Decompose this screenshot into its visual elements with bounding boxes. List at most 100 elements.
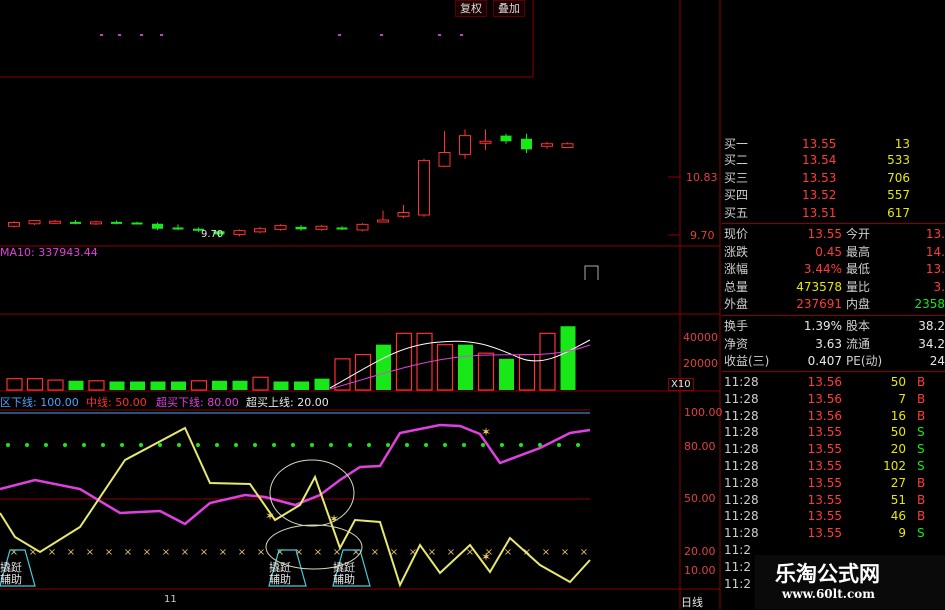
tick-price: 13.56 — [807, 375, 842, 389]
indicator-axis-label: 10.00 — [684, 564, 716, 577]
quote-label: 外盘 — [724, 297, 749, 311]
panel-divider — [722, 315, 945, 316]
ob-price: 13.51 — [802, 205, 837, 220]
period-label[interactable]: 日线 — [681, 594, 703, 610]
candle-body — [49, 220, 61, 224]
date-tick: 11 — [164, 594, 177, 605]
restore-right-button[interactable]: 复权 — [455, 0, 487, 17]
oversold-mark: × — [219, 547, 227, 558]
assist-tag-2: 撬跹 辅助 — [269, 562, 291, 586]
low-price-marker: 9.70 — [201, 229, 224, 240]
tick-volume: 20 — [890, 442, 906, 457]
candle-body — [377, 219, 389, 223]
quote-label: 总量 — [724, 279, 749, 294]
ob-label: 买三 — [724, 170, 749, 185]
volume-bar — [88, 380, 105, 391]
overbought-dot — [500, 443, 504, 447]
ob-price: 13.52 — [802, 188, 837, 202]
tick-volume: 7 — [898, 391, 906, 406]
overbought-dot — [253, 443, 257, 447]
overbought-dot — [310, 443, 314, 447]
overbought-dot — [557, 443, 561, 447]
candle-body — [438, 152, 451, 167]
overbought-dot — [6, 443, 10, 447]
indicator-param-1: 中线: 50.00 — [86, 396, 147, 409]
volume-bar — [6, 378, 23, 391]
candle-body — [541, 143, 553, 147]
signal-marker: ✶ — [481, 425, 491, 439]
oversold-mark: × — [542, 547, 550, 558]
watermark-title: 乐淘公式网 — [775, 562, 880, 586]
candle-body — [152, 223, 163, 229]
volume-bar — [560, 326, 576, 390]
fund-value: 3.63 — [815, 336, 842, 351]
volume-bar — [47, 379, 64, 391]
candle-body — [479, 140, 492, 144]
tick-side: S — [917, 425, 925, 440]
tick-side: S — [917, 459, 925, 473]
volume-bar — [539, 332, 556, 391]
quote-label: 今开 — [846, 227, 871, 241]
candle-body — [356, 223, 369, 231]
indicator-param-2: 超买下线: 80.00 — [156, 396, 239, 409]
tick-side: S — [917, 442, 925, 457]
overbought-dot — [234, 443, 238, 447]
top-marker — [100, 34, 103, 36]
ob-label: 买二 — [724, 153, 749, 167]
indicator-axis-label: 80.00 — [684, 440, 716, 453]
volume-bar — [376, 344, 391, 390]
oversold-mark: × — [352, 547, 360, 558]
oversold-mark: × — [67, 547, 75, 558]
ma-label: MA10: 337943.44 — [0, 246, 98, 259]
candle-body — [459, 135, 471, 155]
oversold-mark: × — [580, 547, 588, 558]
quote-value: 0.45 — [815, 244, 842, 259]
candle-body — [254, 228, 266, 233]
top-marker — [438, 34, 441, 36]
tick-time: 11:28 — [724, 526, 759, 541]
overlay-button[interactable]: 叠加 — [493, 0, 525, 17]
overbought-dot — [443, 443, 447, 447]
oversold-mark: × — [447, 547, 455, 558]
fund-label: 收益(三) — [724, 354, 770, 368]
overbought-dot — [120, 443, 124, 447]
indicator-axis-label: 50.00 — [684, 492, 716, 505]
indicator-param-3: 超买上线: 20.00 — [246, 396, 329, 409]
overbought-dot — [44, 443, 48, 447]
indicator-axis-label: 100.00 — [684, 406, 723, 419]
top-marker — [160, 34, 163, 36]
candle-body — [90, 221, 102, 225]
quote-value: 13. — [925, 262, 945, 276]
oversold-mark: × — [200, 547, 208, 558]
tick-side: B — [917, 391, 926, 406]
tick-volume: 27 — [890, 475, 906, 490]
highlight-circle — [269, 459, 355, 527]
tick-side: B — [917, 492, 926, 507]
quote-value: 13. — [925, 227, 945, 241]
tick-volume: 46 — [890, 509, 906, 524]
tick-price: 13.56 — [807, 391, 842, 406]
tick-time: 11:28 — [724, 425, 759, 440]
overbought-dot — [177, 443, 181, 447]
ob-vol: 617 — [887, 205, 910, 220]
ob-price: 13.54 — [802, 153, 837, 167]
top-marker — [338, 34, 341, 36]
signal-marker: ✶ — [481, 550, 491, 564]
volume-bar — [26, 378, 44, 391]
oversold-mark: × — [143, 547, 151, 558]
fund-value: 1.39% — [803, 319, 842, 333]
oversold-mark: × — [162, 547, 170, 558]
quote-label: 现价 — [724, 227, 749, 241]
top-marker — [380, 34, 383, 36]
volume-axis-bottom: 20000 — [683, 357, 718, 370]
ob-price: 13.53 — [802, 170, 837, 185]
candle-body — [315, 225, 328, 230]
oversold-mark: × — [181, 547, 189, 558]
oversold-mark: × — [371, 547, 379, 558]
ob-label: 买一 — [724, 137, 749, 151]
oversold-mark: × — [10, 547, 18, 558]
overbought-dot — [348, 443, 352, 447]
oversold-mark: × — [295, 547, 303, 558]
fund-value: 24 — [929, 354, 945, 368]
ob-vol: 533 — [887, 153, 910, 167]
